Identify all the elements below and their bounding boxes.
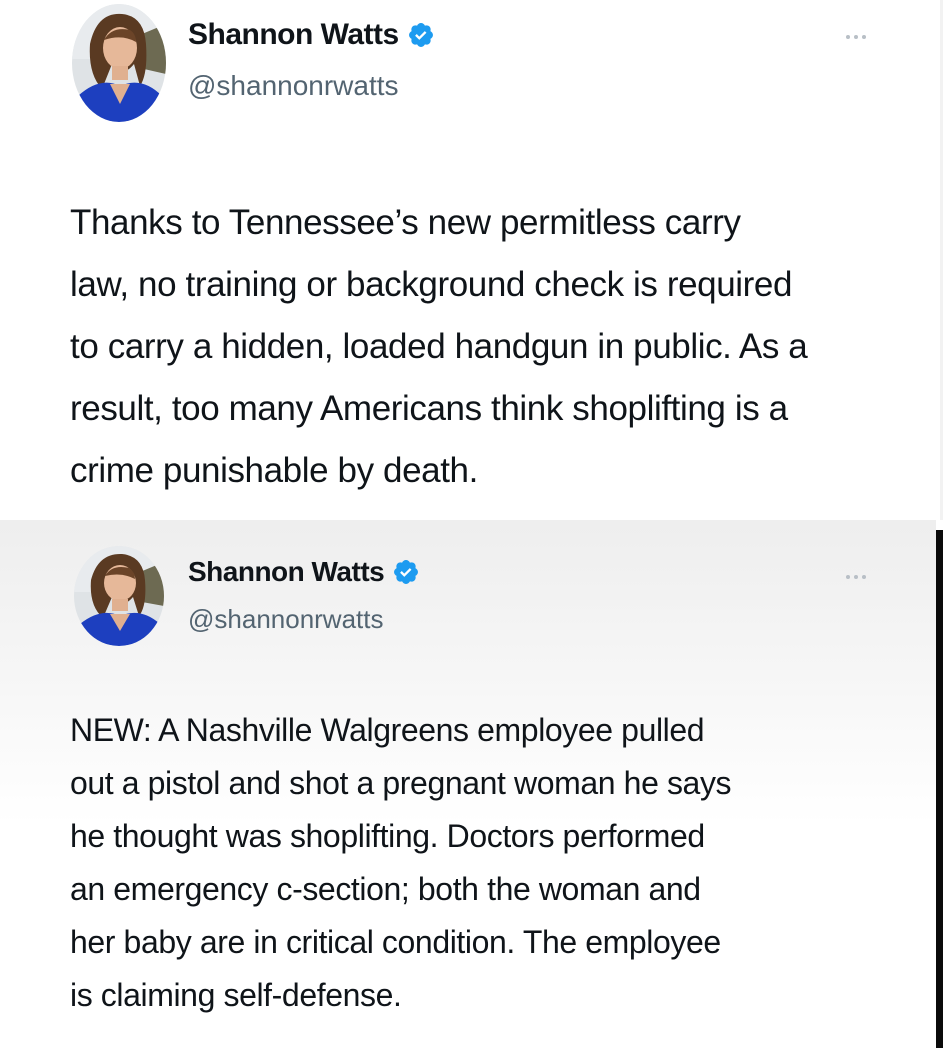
tweet-text: NEW: A Nashville Walgreens employee pull… [70,712,732,1013]
more-horizontal-icon[interactable] [846,32,876,42]
tweet-card[interactable]: Shannon Watts @shannonrwatts NEW: A Nash… [0,520,936,1028]
author-row[interactable]: Shannon Watts [188,556,420,588]
author-display-name[interactable]: Shannon Watts [188,556,385,588]
verified-badge-icon [392,558,420,586]
avatar[interactable] [72,4,166,122]
screenshot-page: Shannon Watts @shannonrwatts Thanks to T… [0,0,943,1048]
frame-edge [936,530,943,1048]
author-display-name[interactable]: Shannon Watts [188,18,399,52]
author-handle[interactable]: @shannonrwatts [188,604,384,635]
avatar[interactable] [74,546,164,646]
tweet-text: Thanks to Tennessee’s new permitless car… [70,203,808,490]
avatar-photo [72,4,166,122]
more-horizontal-icon[interactable] [846,572,876,582]
avatar-photo [74,546,164,646]
author-row[interactable]: Shannon Watts [188,18,435,52]
author-handle[interactable]: @shannonrwatts [188,70,399,102]
verified-badge-icon [407,21,435,49]
tweet-card[interactable]: Shannon Watts @shannonrwatts Thanks to T… [0,0,943,520]
bottom-strip [0,1028,936,1048]
